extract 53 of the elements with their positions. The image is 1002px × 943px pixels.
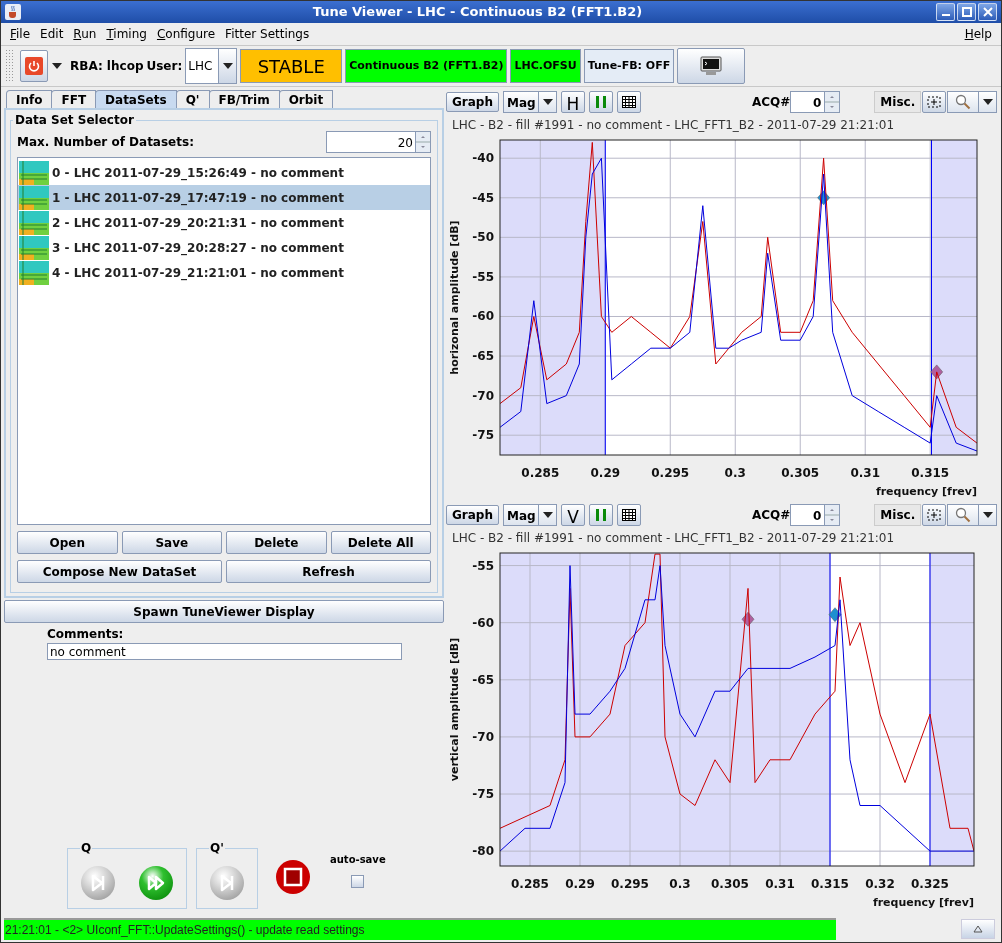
tick-label: -55 (472, 558, 494, 573)
tick-label: 0.305 (711, 877, 749, 891)
tick-label: -40 (472, 151, 494, 166)
tick-label: 0.31 (850, 466, 881, 480)
checkbox-label: auto-save (330, 853, 386, 867)
tick-label: -65 (472, 349, 494, 364)
group-title: Data Set Selector (14, 112, 135, 129)
group-title: Q (80, 840, 93, 857)
tick-label: 0.32 (865, 877, 895, 891)
window-title: Tune Viewer - LHC - Continuous B2 (FFT1.B2) (311, 3, 644, 22)
tick-label: -45 (472, 190, 494, 205)
tick-label: 0.3 (724, 466, 746, 480)
axis-label: frequency [frev] (875, 485, 977, 498)
tick-label: 0.295 (611, 877, 649, 891)
tick-label: 0.31 (765, 877, 795, 891)
chart-subtitle: LHC - B2 - fill #1991 - no comment - LHC_FFT1_B2 - 2011-07-29 21:21:01 (451, 530, 896, 545)
rba-label: RBA: lhcop (70, 58, 144, 75)
tick-label: -70 (472, 388, 494, 403)
axis-label: horizonal amplitude [dB] (448, 220, 461, 375)
tick-label: -55 (472, 269, 494, 284)
axis-label: vertical amplitude [dB] (448, 637, 461, 782)
tick-label: -50 (472, 230, 494, 245)
tick-label: 0.315 (911, 466, 950, 480)
tick-label: 0.285 (521, 466, 560, 480)
tick-label: -75 (472, 787, 494, 802)
tick-label: -75 (472, 428, 494, 443)
axis-label: frequency [frev] (872, 896, 974, 909)
tick-label: 0.295 (651, 466, 690, 480)
dataset-label: 0 - LHC 2011-07-29_15:26:49 - no comment (52, 164, 344, 182)
tick-label: -60 (472, 615, 494, 630)
acq-label: ACQ# (752, 507, 791, 524)
chart-subtitle: LHC - B2 - fill #1991 - no comment - LHC_FFT1_B2 - 2011-07-29 21:21:01 (451, 117, 896, 132)
tick-label: -70 (472, 729, 494, 744)
tick-label: 0.285 (511, 877, 549, 891)
status-message: 21:21:01 - <2> UIconf_FFT::UpdateSettings() - update read settings (4, 918, 836, 940)
tick-label: -60 (472, 309, 494, 324)
tick-label: 0.325 (911, 877, 949, 891)
tick-label: 0.29 (565, 877, 595, 891)
dataset-label: 1 - LHC 2011-07-29_17:47:19 - no comment (52, 189, 344, 207)
tick-label: 0.29 (590, 466, 621, 480)
tick-label: 0.315 (811, 877, 849, 891)
user-label: User: (146, 58, 183, 75)
tick-label: 0.3 (669, 877, 691, 891)
group-title: Q' (209, 840, 225, 857)
dataset-label: 4 - LHC 2011-07-29_21:21:01 - no comment (52, 264, 344, 282)
tick-label: -80 (472, 844, 494, 859)
field-label: Max. Number of Datasets: (17, 134, 194, 151)
dataset-label: 2 - LHC 2011-07-29_20:21:31 - no comment (52, 214, 344, 232)
tick-label: 0.305 (781, 466, 820, 480)
tick-label: -65 (472, 672, 494, 687)
dataset-label: 3 - LHC 2011-07-29_20:28:27 - no comment (52, 239, 344, 257)
acq-label: ACQ# (752, 94, 791, 111)
comments-label: Comments: (47, 626, 125, 643)
